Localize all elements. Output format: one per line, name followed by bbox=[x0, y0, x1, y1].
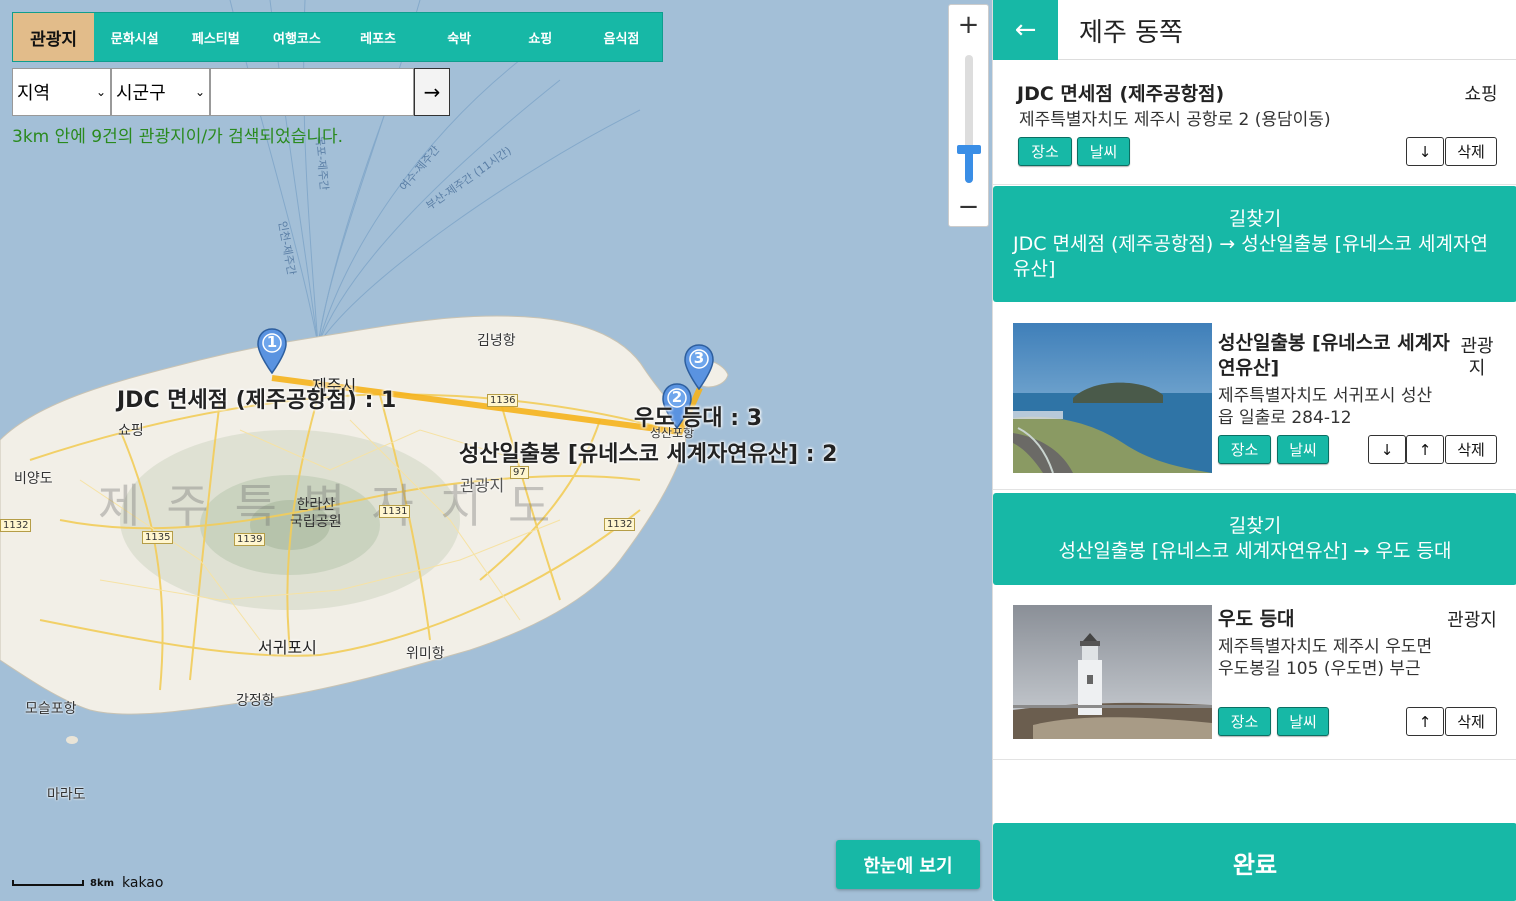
tab-culture[interactable]: 문화시설 bbox=[94, 13, 175, 61]
map-label-wimi: 위미항 bbox=[406, 646, 445, 662]
directions-box[interactable]: 길찾기 JDC 면세점 (제주공항점) → 성산일출봉 [유네스코 세계자연유산… bbox=[993, 186, 1516, 302]
place-category: 쇼핑 bbox=[1464, 84, 1498, 105]
place-map-button[interactable]: 장소 bbox=[1018, 137, 1072, 166]
search-button[interactable]: → bbox=[414, 68, 450, 116]
zoom-slider-handle[interactable] bbox=[957, 145, 981, 154]
place-name: 우도 등대 bbox=[1218, 608, 1295, 630]
tab-festival[interactable]: 페스티벌 bbox=[175, 13, 256, 61]
place-photo bbox=[1013, 323, 1212, 473]
place-name: JDC 면세점 (제주공항점) bbox=[1017, 83, 1225, 105]
panel-title: 제주 동쪽 bbox=[1079, 18, 1183, 48]
directions-title: 길찾기 bbox=[1228, 207, 1282, 230]
done-button[interactable]: 완료 bbox=[993, 823, 1516, 901]
category-tabs: 관광지 문화시설 페스티벌 여행코스 레포츠 숙박 쇼핑 음식점 bbox=[12, 12, 663, 62]
move-up-button[interactable]: ↑ bbox=[1406, 707, 1444, 736]
map-label-gangjeong: 강정항 bbox=[236, 693, 275, 709]
map-label-tourist: 관광지 bbox=[460, 476, 505, 495]
directions-box[interactable]: 길찾기 성산일출봉 [유네스코 세계자연유산] → 우도 등대 bbox=[993, 493, 1516, 585]
place-address: 제주특별자치도 제주시 우도면 우도봉길 105 (우도면) 부근 bbox=[1218, 637, 1433, 679]
region-select-value: 지역 bbox=[17, 83, 51, 104]
tab-shopping[interactable]: 쇼핑 bbox=[500, 13, 581, 61]
place-card: 성산일출봉 [유네스코 세계자연유산] 관광지 제주특별자치도 서귀포시 성산읍… bbox=[993, 309, 1516, 490]
road-number: 1132 bbox=[0, 519, 32, 532]
map-label-shopping: 쇼핑 bbox=[118, 423, 144, 439]
region-select[interactable]: 지역 ⌄ bbox=[12, 68, 111, 116]
map-label-moseulpo: 모슬포항 bbox=[25, 701, 77, 717]
zoom-slider-fill bbox=[965, 150, 973, 183]
delete-button[interactable]: 삭제 bbox=[1445, 137, 1497, 166]
zoom-out-button[interactable]: − bbox=[949, 187, 988, 227]
directions-route: JDC 면세점 (제주공항점) → 성산일출봉 [유네스코 세계자연유산] bbox=[1013, 232, 1488, 280]
map-label-gimnyeong: 김녕항 bbox=[477, 333, 516, 349]
map-label-hallasan: 한라산 국립공원 bbox=[290, 497, 342, 530]
scale-text: 8km bbox=[90, 878, 115, 889]
road-number: 1131 bbox=[379, 505, 411, 518]
search-input[interactable] bbox=[210, 68, 414, 116]
place-address: 제주특별자치도 서귀포시 성산읍 일출로 284-12 bbox=[1218, 386, 1433, 428]
move-down-button[interactable]: ↓ bbox=[1406, 137, 1444, 166]
tab-restaurant[interactable]: 음식점 bbox=[581, 13, 662, 61]
place-map-button[interactable]: 장소 bbox=[1218, 435, 1271, 464]
itinerary-panel: ← 제주 동쪽 JDC 면세점 (제주공항점) 쇼핑 제주특별자치도 제주시 공… bbox=[992, 0, 1516, 901]
chevron-down-icon: ⌄ bbox=[95, 85, 106, 99]
tab-course[interactable]: 여행코스 bbox=[256, 13, 337, 61]
move-down-button[interactable]: ↓ bbox=[1368, 435, 1406, 464]
road-number: 1135 bbox=[142, 531, 174, 544]
place-category: 관광지 bbox=[1460, 336, 1494, 379]
map-label-marado: 마라도 bbox=[47, 787, 86, 803]
marker-label-1: JDC 면세점 (제주공항점) : 1 bbox=[117, 388, 397, 413]
map-marker-3[interactable]: 3 bbox=[684, 344, 714, 391]
delete-button[interactable]: 삭제 bbox=[1445, 707, 1497, 736]
directions-title: 길찾기 bbox=[1228, 515, 1282, 537]
tab-tourist[interactable]: 관광지 bbox=[13, 13, 95, 61]
district-select[interactable]: 시군구 ⌄ bbox=[111, 68, 210, 116]
place-card: JDC 면세점 (제주공항점) 쇼핑 제주특별자치도 제주시 공항로 2 (용담… bbox=[993, 61, 1516, 185]
district-select-value: 시군구 bbox=[116, 83, 166, 104]
map-marker-1[interactable]: 1 bbox=[257, 328, 287, 375]
place-map-button[interactable]: 장소 bbox=[1218, 707, 1271, 736]
place-name: 성산일출봉 [유네스코 세계자연유산] bbox=[1218, 332, 1450, 379]
road-number: 1132 bbox=[604, 518, 636, 531]
weather-button[interactable]: 날씨 bbox=[1077, 137, 1130, 166]
place-address: 제주특별자치도 제주시 공항로 2 (용담이동) bbox=[1019, 110, 1331, 130]
marker-label-2: 성산일출봉 [유네스코 세계자연유산] : 2 bbox=[459, 442, 838, 467]
weather-button[interactable]: 날씨 bbox=[1277, 707, 1329, 736]
map-canvas[interactable]: 인천-제주간 여수-제주간 부산-제주간 (11시간) 목포-제주간 제주특별자… bbox=[0, 0, 992, 901]
tab-leisure[interactable]: 레포츠 bbox=[338, 13, 419, 61]
place-category: 관광지 bbox=[1447, 610, 1497, 631]
road-number: 1139 bbox=[234, 533, 266, 546]
panel-header: ← 제주 동쪽 bbox=[993, 0, 1516, 60]
directions-route: 성산일출봉 [유네스코 세계자연유산] → 우도 등대 bbox=[1058, 540, 1452, 562]
tab-lodging[interactable]: 숙박 bbox=[419, 13, 500, 61]
back-button[interactable]: ← bbox=[993, 0, 1058, 60]
weather-button[interactable]: 날씨 bbox=[1277, 435, 1329, 464]
zoom-control: + − bbox=[948, 4, 989, 227]
map-brand: kakao bbox=[122, 875, 164, 891]
overview-button[interactable]: 한눈에 보기 bbox=[836, 840, 980, 889]
chevron-down-icon: ⌄ bbox=[194, 85, 205, 99]
zoom-in-button[interactable]: + bbox=[949, 5, 988, 45]
place-photo bbox=[1013, 605, 1212, 739]
delete-button[interactable]: 삭제 bbox=[1445, 435, 1497, 464]
map-label-biyangdo: 비양도 bbox=[14, 471, 53, 487]
road-number: 1136 bbox=[487, 394, 519, 407]
scale-bar bbox=[12, 880, 84, 886]
search-result-text: 3km 안에 9건의 관광지이/가 검색되었습니다. bbox=[12, 127, 344, 147]
marker-label-3: 우도 등대 : 3 bbox=[634, 406, 763, 431]
move-up-button[interactable]: ↑ bbox=[1406, 435, 1444, 464]
search-row: 지역 ⌄ 시군구 ⌄ → bbox=[12, 68, 450, 116]
place-card: 우도 등대 관광지 제주특별자치도 제주시 우도면 우도봉길 105 (우도면)… bbox=[993, 590, 1516, 760]
map-label-seogwipo: 서귀포시 bbox=[258, 638, 317, 657]
